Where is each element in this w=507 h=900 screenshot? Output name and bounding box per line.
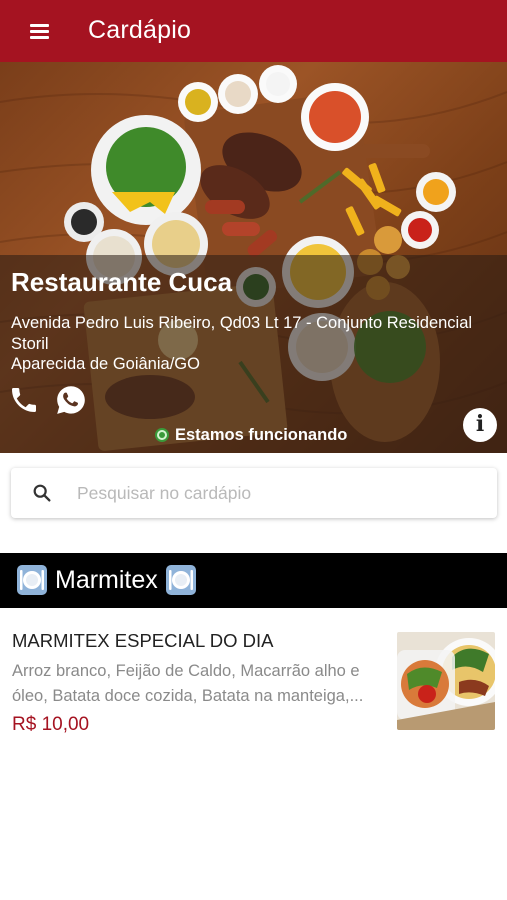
plate-cutlery-icon (17, 565, 47, 595)
menu-item[interactable]: MARMITEX ESPECIAL DO DIA Arroz branco, F… (0, 608, 507, 748)
restaurant-name: Restaurante Cuca (11, 267, 233, 297)
search-input[interactable] (77, 468, 482, 518)
phone-icon[interactable] (8, 384, 40, 416)
info-icon[interactable]: i (463, 408, 497, 442)
restaurant-hero: Restaurante Cuca Avenida Pedro Luis Ribe… (0, 62, 507, 453)
open-status: Estamos funcionando (155, 424, 347, 446)
whatsapp-icon[interactable] (54, 383, 88, 417)
page-title: Cardápio (88, 16, 192, 44)
plate-cutlery-icon (165, 565, 196, 595)
app-bar: Cardápio (0, 0, 507, 62)
search-bar (11, 468, 497, 518)
item-description: Arroz branco, Feijão de Caldo, Macarrão … (12, 659, 382, 708)
category-title: Marmitex (55, 565, 158, 594)
hamburger-menu-icon[interactable] (22, 18, 58, 46)
address-city: Aparecida de Goiânia/GO (11, 355, 200, 373)
status-dot-icon (155, 428, 169, 442)
item-description-line: Arroz branco, Feijão de Caldo, Macarrão … (12, 662, 360, 680)
search-icon (33, 484, 51, 502)
item-title: MARMITEX ESPECIAL DO DIA (12, 630, 274, 651)
address-line: Storil (11, 334, 49, 353)
item-price: R$ 10,00 (12, 714, 90, 735)
restaurant-address: Avenida Pedro Luis Ribeiro, Qd03 Lt 17 -… (11, 313, 501, 375)
category-header: Marmitex (0, 553, 507, 608)
status-text: Estamos funcionando (175, 425, 348, 444)
item-description-line: óleo, Batata doce cozida, Batata na mant… (12, 686, 364, 705)
address-line: Avenida Pedro Luis Ribeiro, Qd03 Lt 17 -… (11, 314, 473, 332)
item-photo (397, 632, 495, 730)
